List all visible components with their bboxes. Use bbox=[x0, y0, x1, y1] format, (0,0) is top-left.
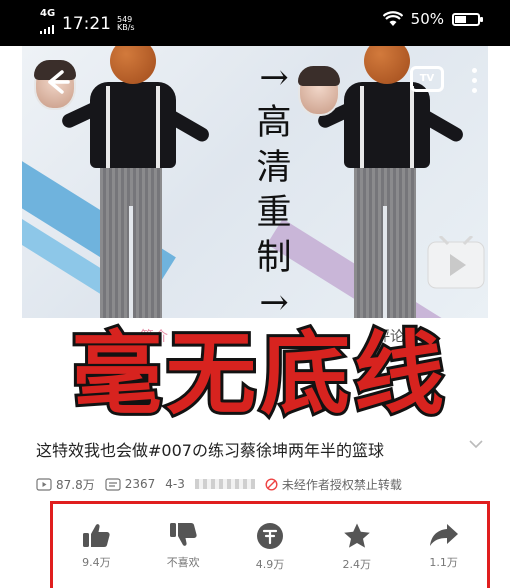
like-count: 9.4万 bbox=[82, 556, 111, 569]
network-speed: 549 KB/s bbox=[117, 14, 135, 32]
publish-date: 4-3 bbox=[165, 477, 185, 491]
thumbs-up-icon bbox=[83, 524, 111, 547]
battery-icon bbox=[452, 12, 483, 26]
vertical-char: → bbox=[259, 283, 289, 318]
action-bar: 9.4万 不喜欢 4.9万 2.4万 1.1万 bbox=[50, 501, 490, 588]
forbidden-icon bbox=[265, 477, 278, 491]
play-icon[interactable] bbox=[426, 236, 486, 290]
share-button[interactable]: 1.1万 bbox=[414, 522, 474, 588]
signal-icon bbox=[40, 25, 54, 34]
video-title: 这特效我也会做#007の练习蔡徐坤两年半的篮球 bbox=[36, 441, 384, 460]
status-right: 50% bbox=[382, 10, 483, 28]
danmaku-stat: 2367 bbox=[105, 477, 156, 491]
more-icon[interactable] bbox=[472, 68, 478, 96]
dislike-button[interactable]: 不喜欢 bbox=[153, 522, 213, 588]
blurred-id bbox=[194, 479, 255, 489]
clock: 17:21 bbox=[62, 13, 111, 34]
no-repost-notice: 未经作者授权禁止转载 bbox=[265, 476, 402, 493]
favorite-button[interactable]: 2.4万 bbox=[327, 522, 387, 588]
views-count: 87.8万 bbox=[56, 477, 95, 492]
network-type: 4G bbox=[40, 8, 56, 19]
video-vertical-text: → 高 清 重 制 → bbox=[250, 56, 298, 318]
status-bar: 4G 17:21 549 KB/s 50% bbox=[0, 0, 510, 46]
danmaku-icon bbox=[105, 477, 121, 491]
vertical-char: 制 bbox=[256, 238, 292, 278]
favorite-count: 2.4万 bbox=[342, 558, 372, 571]
chevron-down-icon[interactable] bbox=[468, 436, 484, 452]
like-button[interactable]: 9.4万 bbox=[66, 522, 126, 588]
tv-cast-icon[interactable]: TV bbox=[410, 66, 444, 92]
views-stat: 87.8万 bbox=[36, 476, 95, 493]
dancer-left bbox=[59, 46, 212, 318]
coin-count: 4.9万 bbox=[255, 558, 285, 571]
share-count: 1.1万 bbox=[429, 556, 458, 569]
coin-icon bbox=[256, 523, 283, 549]
danmaku-count: 2367 bbox=[124, 477, 156, 491]
dislike-label: 不喜欢 bbox=[166, 556, 200, 569]
vertical-char: 高 bbox=[256, 103, 292, 143]
video-stats: 87.8万 2367 4-3 未经作者授权禁止转载 bbox=[36, 474, 412, 494]
back-arrow-icon[interactable] bbox=[36, 62, 76, 102]
status-left: 4G 17:21 549 KB/s bbox=[40, 9, 139, 38]
wifi-icon bbox=[382, 11, 403, 26]
notice-text: 未经作者授权禁止转载 bbox=[281, 477, 402, 492]
network-indicator: 4G bbox=[40, 9, 56, 38]
held-face-right bbox=[298, 66, 340, 116]
star-icon bbox=[343, 523, 370, 548]
thumbs-down-icon bbox=[170, 523, 197, 546]
vertical-char: 重 bbox=[256, 193, 292, 233]
vertical-char: 清 bbox=[256, 148, 292, 188]
overlay-caption: 毫无底线 bbox=[69, 319, 448, 430]
battery-percent: 50% bbox=[410, 10, 444, 28]
play-count-icon bbox=[36, 477, 52, 491]
share-icon bbox=[429, 524, 458, 546]
coin-button[interactable]: 4.9万 bbox=[240, 522, 300, 588]
vertical-char: → bbox=[259, 58, 289, 98]
battery-fill bbox=[455, 15, 466, 23]
